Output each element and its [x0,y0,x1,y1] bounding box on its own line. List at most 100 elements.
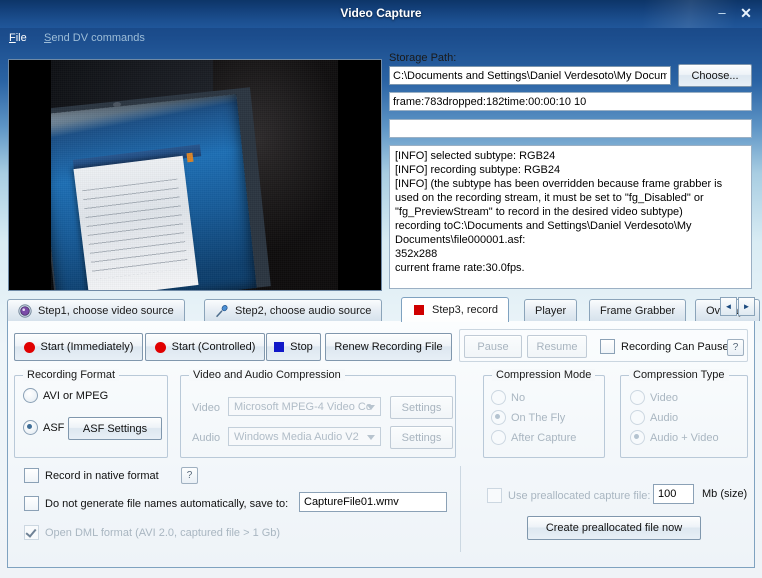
compression-type-title: Compression Type [629,369,729,381]
preallocated-size-input[interactable] [653,484,694,504]
use-preallocated-checkbox[interactable]: Use preallocated capture file: [487,488,650,503]
no-autoname-label: Do not generate file names automatically… [45,497,289,510]
record-dot-icon [23,341,35,353]
minimize-button[interactable]: – [712,4,732,22]
menu-bar: File Send DV commands [0,28,762,50]
radio-compression-mode-after-capture[interactable]: After Capture [491,430,576,445]
tab-player-label: Player [535,304,567,317]
radio-compression-type-audio[interactable]: Audio [630,410,678,425]
audio-codec-combo[interactable]: Windows Media Audio V2 [228,427,381,446]
radio-mode-no-label: No [511,391,526,404]
tab-step2-label: Step2, choose audio source [235,304,372,317]
secondary-status-input[interactable] [389,119,752,138]
radio-compression-mode-on-the-fly[interactable]: On The Fly [491,410,565,425]
choose-button[interactable]: Choose... [678,64,752,87]
audio-codec-label: Audio [192,432,221,444]
radio-asf-dot [23,420,38,435]
open-dml-format-box [24,525,39,540]
preallocated-size-units: Mb (size) [702,488,748,500]
storage-path-input[interactable] [389,66,671,85]
chevron-down-icon-audio [367,434,375,440]
video-laptop-window [73,155,199,290]
radio-asf[interactable]: ASF [23,420,64,435]
radio-compression-mode-no[interactable]: No [491,390,525,405]
radio-mode-fly-label: On The Fly [511,411,566,424]
menu-item-file[interactable]: File [9,32,27,44]
radio-compression-type-video[interactable]: Video [630,390,678,405]
tab-step1-video-source[interactable]: Step1, choose video source [7,299,185,321]
stop-label: Stop [290,341,313,353]
tab-step1-label: Step1, choose video source [38,304,174,317]
tab-frame-grabber[interactable]: Frame Grabber [589,299,687,321]
compression-mode-title: Compression Mode [492,369,596,381]
video-laptop-window-lines [82,178,189,280]
stop-button[interactable]: Stop [266,333,321,361]
microphone-icon [215,304,229,318]
record-square-icon [412,303,426,317]
recording-can-pause-box [600,339,615,354]
title-bar: Video Capture – ✕ [0,0,762,28]
tab-step2-audio-source[interactable]: Step2, choose audio source [204,299,383,321]
pause-button[interactable]: Pause [464,335,522,358]
window-title: Video Capture [340,6,422,20]
radio-type-video-label: Video [650,391,678,404]
audio-settings-button[interactable]: Settings [390,426,453,449]
tab-scroll-right-button[interactable]: ► [738,297,755,316]
tab-player[interactable]: Player [524,299,578,321]
radio-type-av-label: Audio + Video [650,431,719,444]
record-native-format-label: Record in native format [45,469,159,482]
radio-type-audio-label: Audio [650,411,679,424]
radio-type-audio-dot [630,410,645,425]
start-immediately-label: Start (Immediately) [40,341,134,353]
tab-step3-record[interactable]: Step3, record [401,297,510,322]
webcam-icon [18,303,32,318]
stop-square-icon [274,342,285,352]
radio-compression-type-audio-video[interactable]: Audio + Video [630,430,719,445]
resume-button[interactable]: Resume [527,335,587,358]
storage-path-label: Storage Path: [389,52,457,64]
radio-asf-label: ASF [43,421,65,434]
video-codec-value: Microsoft MPEG-4 Video Co [234,400,372,413]
radio-avi-or-mpeg[interactable]: AVI or MPEG [23,388,108,403]
start-controlled-button[interactable]: Start (Controlled) [145,333,265,361]
recording-can-pause-label: Recording Can Pause [621,340,729,353]
menu-file-rest: ile [15,32,27,44]
radio-mode-after-dot [491,430,506,445]
no-autoname-box [24,496,39,511]
video-codec-label: Video [192,402,220,414]
open-dml-format-label: Open DML format (AVI 2.0, captured file … [45,526,281,539]
capture-status-input[interactable] [389,92,752,111]
create-preallocated-file-button[interactable]: Create preallocated file now [527,516,701,540]
record-native-format-checkbox[interactable]: Record in native format [24,468,159,483]
tab-scroll-left-button[interactable]: ◄ [720,297,737,316]
video-capture-window: Video Capture – ✕ File Send DV commands … [0,0,762,578]
start-immediately-button[interactable]: Start (Immediately) [14,333,143,361]
capture-file-name-input[interactable] [299,492,447,512]
record-native-format-help-button[interactable]: ? [181,467,198,484]
recording-can-pause-help-button[interactable]: ? [727,339,744,356]
radio-mode-fly-dot [491,410,506,425]
video-audio-compression-title: Video and Audio Compression [189,369,345,381]
video-preview[interactable] [8,59,382,291]
radio-mode-after-label: After Capture [511,431,577,444]
video-codec-combo[interactable]: Microsoft MPEG-4 Video Co [228,397,381,416]
video-settings-button[interactable]: Settings [390,396,453,419]
menu-item-send-dv-commands: Send DV commands [44,32,145,44]
recording-format-title: Recording Format [23,369,120,381]
tab-strip: Step1, choose video source Step2, choose… [7,297,761,322]
recording-can-pause-checkbox[interactable]: Recording Can Pause [600,339,729,354]
record-native-format-box [24,468,39,483]
no-autoname-checkbox[interactable]: Do not generate file names automatically… [24,496,288,511]
radio-avi-label: AVI or MPEG [43,389,109,402]
radio-type-av-dot [630,430,645,445]
record-dot-icon-2 [154,341,166,353]
chevron-down-icon-video [367,404,375,410]
open-dml-format-checkbox[interactable]: Open DML format (AVI 2.0, captured file … [24,525,280,540]
close-button[interactable]: ✕ [736,4,756,22]
asf-settings-button[interactable]: ASF Settings [68,417,162,440]
start-controlled-label: Start (Controlled) [171,341,256,353]
use-preallocated-label: Use preallocated capture file: [508,489,651,502]
radio-mode-no-dot [491,390,506,405]
renew-recording-file-button[interactable]: Renew Recording File [325,333,452,361]
log-output[interactable]: [INFO] selected subtype: RGB24 [INFO] re… [389,145,752,289]
